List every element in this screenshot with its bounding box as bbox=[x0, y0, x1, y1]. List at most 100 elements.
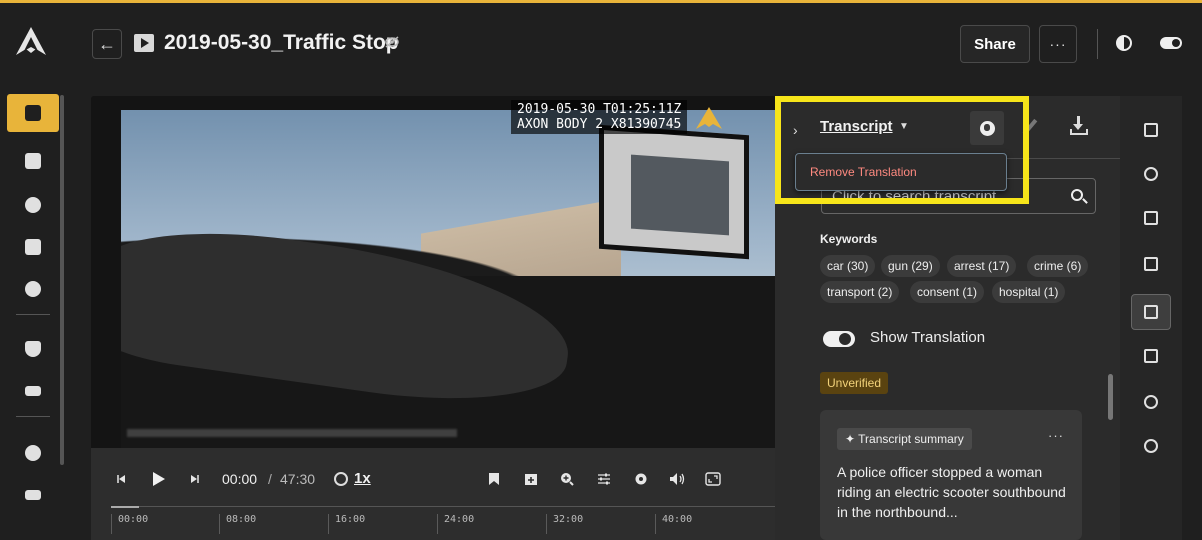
eye-off-icon[interactable] bbox=[385, 36, 399, 51]
tab-transcript[interactable]: Transcript bbox=[820, 118, 893, 135]
panel-scrollbar[interactable] bbox=[1108, 374, 1113, 420]
translate-button[interactable] bbox=[970, 111, 1004, 145]
timeline-progress bbox=[111, 506, 139, 508]
axon-watermark-icon bbox=[696, 107, 722, 129]
play-icon[interactable] bbox=[149, 469, 169, 489]
summary-text: A police officer stopped a woman riding … bbox=[837, 464, 1066, 520]
video-file-icon bbox=[134, 34, 154, 52]
timeline-track[interactable] bbox=[111, 506, 775, 507]
fleet-camera-icon bbox=[25, 490, 41, 500]
timeline-tick: 08:00 bbox=[219, 514, 256, 534]
copies-icon bbox=[1144, 349, 1158, 363]
keyword-chip[interactable]: consent (1) bbox=[910, 281, 985, 303]
video-device-id: AXON BODY 2 X81390745 bbox=[517, 117, 682, 132]
axon-logo-icon[interactable] bbox=[14, 25, 48, 59]
bar-chart-icon bbox=[25, 239, 41, 255]
caret-down-icon[interactable]: ▼ bbox=[899, 121, 909, 132]
right-tab-details[interactable] bbox=[1131, 112, 1171, 148]
clips-icon bbox=[1144, 211, 1158, 225]
show-translation-label: Show Translation bbox=[870, 329, 986, 346]
zoom-in-icon[interactable] bbox=[557, 469, 577, 489]
right-tab-map[interactable] bbox=[1131, 246, 1171, 282]
timeline-tick: 40:00 bbox=[655, 514, 692, 534]
map-icon bbox=[1144, 257, 1158, 271]
video-watermark-caption bbox=[127, 429, 457, 437]
fullscreen-icon[interactable] bbox=[703, 469, 723, 489]
branch-icon bbox=[1144, 439, 1158, 453]
keyword-chip[interactable]: gun (29) bbox=[881, 255, 940, 277]
sidebar-item-devices[interactable] bbox=[0, 372, 66, 410]
speed-gauge-icon[interactable] bbox=[334, 472, 348, 486]
translation-dropdown-menu: Remove Translation bbox=[795, 153, 1007, 191]
player-controls: 00:00 / 47:30 1x 00:00 08:00 16:00 24:00… bbox=[91, 448, 775, 540]
frame-back-icon[interactable] bbox=[111, 469, 131, 489]
right-tab-redaction[interactable] bbox=[1131, 384, 1171, 420]
collapse-chevron-icon[interactable]: › bbox=[793, 122, 798, 138]
sidebar-item-fleet[interactable] bbox=[0, 476, 66, 514]
share-button[interactable]: Share bbox=[960, 25, 1030, 63]
status-badge: Unverified bbox=[820, 372, 889, 394]
right-tab-transcript[interactable] bbox=[1131, 294, 1171, 330]
bookmark-icon[interactable] bbox=[484, 469, 504, 489]
contrast-icon[interactable] bbox=[1116, 35, 1132, 51]
taser-icon bbox=[25, 445, 41, 461]
remove-translation-menu-item[interactable]: Remove Translation bbox=[810, 165, 917, 179]
keyword-chip[interactable]: arrest (17) bbox=[947, 255, 1017, 277]
right-tab-copies[interactable] bbox=[1131, 338, 1171, 374]
back-button[interactable]: ← bbox=[92, 29, 122, 59]
keyword-chip[interactable]: transport (2) bbox=[820, 281, 900, 303]
sidebar-item-archive[interactable] bbox=[0, 142, 66, 180]
sidebar-item-reports[interactable] bbox=[0, 228, 66, 266]
sidebar-item-evidence[interactable] bbox=[7, 94, 59, 132]
video-frame-edge bbox=[91, 96, 121, 448]
playback-speed[interactable]: 1x bbox=[354, 470, 371, 487]
download-tray bbox=[1070, 129, 1088, 135]
timeline-tick: 16:00 bbox=[328, 514, 365, 534]
summary-chip: ✦ Transcript summary bbox=[837, 428, 972, 450]
keyword-chip[interactable]: car (30) bbox=[820, 255, 876, 277]
show-translation-toggle[interactable] bbox=[823, 331, 855, 347]
sidebar-item-people[interactable] bbox=[0, 186, 66, 224]
time-separator: / bbox=[268, 471, 272, 487]
download-arrow bbox=[1073, 116, 1083, 130]
keywords-heading: Keywords bbox=[820, 232, 878, 246]
edit-pencil-icon[interactable] bbox=[1022, 118, 1038, 136]
right-tab-clips[interactable] bbox=[1131, 200, 1171, 236]
transcript-summary-card: ✦ Transcript summary ··· A police office… bbox=[820, 410, 1082, 540]
details-list-icon bbox=[1144, 123, 1158, 137]
settings-gear-icon[interactable] bbox=[631, 469, 651, 489]
page-title: 2019-05-30_Traffic Stop bbox=[164, 31, 399, 54]
prohibited-icon bbox=[25, 281, 41, 297]
clip-add-icon[interactable] bbox=[521, 469, 541, 489]
people-icon bbox=[25, 197, 41, 213]
more-options-button[interactable]: ··· bbox=[1039, 25, 1077, 63]
sparkle-icon: ✦ bbox=[845, 432, 859, 446]
video-timestamp: 2019-05-30 T01:25:11Z bbox=[517, 102, 682, 117]
total-time: 47:30 bbox=[280, 471, 316, 487]
summary-more-button[interactable]: ··· bbox=[1048, 428, 1064, 443]
toggle-switch-icon[interactable] bbox=[1160, 37, 1182, 49]
device-icon bbox=[25, 386, 41, 396]
sidebar-item-redaction[interactable] bbox=[0, 270, 66, 308]
download-icon[interactable] bbox=[1070, 116, 1088, 136]
video-timestamp-overlay: 2019-05-30 T01:25:11Z AXON BODY 2 X81390… bbox=[511, 100, 688, 134]
top-bar: ← 2019-05-30_Traffic Stop Share ··· bbox=[0, 3, 1202, 80]
sidebar-divider bbox=[16, 314, 50, 315]
right-tab-related[interactable] bbox=[1131, 428, 1171, 464]
sidebar-divider bbox=[16, 416, 50, 417]
timeline-tick: 00:00 bbox=[111, 514, 148, 534]
adjustments-icon[interactable] bbox=[594, 469, 614, 489]
search-icon[interactable] bbox=[1071, 189, 1083, 201]
timeline-tick: 32:00 bbox=[546, 514, 583, 534]
sidebar-item-shield[interactable] bbox=[0, 330, 66, 368]
timeline-ruler[interactable]: 00:00 08:00 16:00 24:00 32:00 40:00 bbox=[91, 506, 775, 540]
evidence-icon bbox=[25, 105, 41, 121]
frame-forward-icon[interactable] bbox=[185, 469, 205, 489]
sidebar-item-taser[interactable] bbox=[0, 434, 66, 472]
video-player[interactable]: 2019-05-30 T01:25:11Z AXON BODY 2 X81390… bbox=[91, 96, 775, 448]
right-tab-info[interactable] bbox=[1131, 156, 1171, 192]
keyword-chip[interactable]: hospital (1) bbox=[992, 281, 1066, 303]
timeline-tick: 24:00 bbox=[437, 514, 474, 534]
volume-icon[interactable] bbox=[667, 469, 687, 489]
keyword-chip[interactable]: crime (6) bbox=[1027, 255, 1089, 277]
